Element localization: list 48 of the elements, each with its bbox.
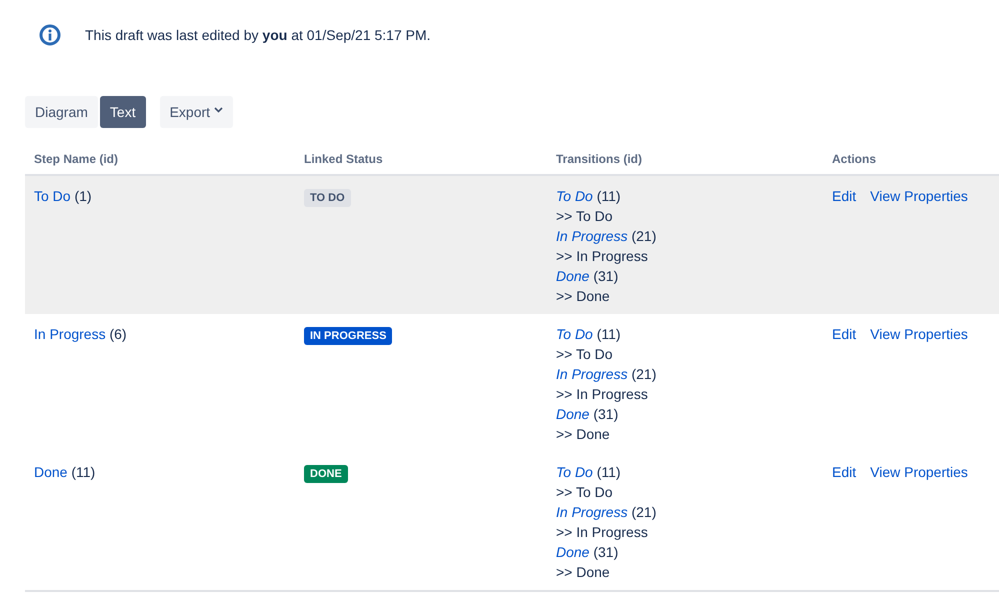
transition-name: In Progress (21)	[556, 227, 658, 246]
draft-notice: This draft was last edited by you at 01/Sep/21 5:17 PM.	[85, 26, 431, 45]
transition-name: In Progress (21)	[556, 365, 658, 384]
step-name: Done (11)	[34, 464, 96, 480]
transition-name: Done (31)	[556, 405, 620, 424]
export-button[interactable]: Export	[160, 96, 234, 128]
view-tab[interactable]: Text	[100, 96, 146, 128]
transition-target: >> To Do	[556, 483, 614, 502]
step-link[interactable]: Done	[34, 464, 68, 480]
transition-link[interactable]: To Do	[556, 188, 593, 204]
transition-name: To Do (11)	[556, 463, 622, 482]
transition-target: >> Done	[556, 287, 611, 306]
action-link[interactable]: Edit	[832, 186, 856, 206]
caret-icon	[214, 107, 224, 113]
transition-name: To Do (11)	[556, 187, 622, 206]
info-icon	[39, 24, 61, 46]
transition-link[interactable]: Done	[556, 268, 590, 284]
action-link[interactable]: View Properties	[870, 462, 968, 482]
transition-target: >> Done	[556, 563, 611, 582]
transition-link[interactable]: Done	[556, 406, 590, 422]
transition-target: >> In Progress	[556, 247, 649, 266]
transition-name: To Do (11)	[556, 325, 622, 344]
status-lozenge: TO DO	[304, 189, 351, 207]
action-link[interactable]: View Properties	[870, 186, 968, 206]
action-link[interactable]: Edit	[832, 462, 856, 482]
status-lozenge: IN PROGRESS	[304, 327, 392, 345]
action-link[interactable]: Edit	[832, 324, 856, 344]
step-name: In Progress (6)	[34, 326, 127, 342]
transition-name: Done (31)	[556, 267, 620, 286]
view-tab[interactable]: Diagram	[25, 96, 98, 128]
transition-link[interactable]: In Progress	[556, 366, 628, 382]
transition-link[interactable]: In Progress	[556, 228, 628, 244]
transition-name: Done (31)	[556, 543, 620, 562]
transition-link[interactable]: In Progress	[556, 504, 628, 520]
transition-link[interactable]: To Do	[556, 326, 593, 342]
status-lozenge: DONE	[304, 465, 348, 483]
transition-target: >> To Do	[556, 207, 614, 226]
transition-target: >> To Do	[556, 345, 614, 364]
transition-target: >> In Progress	[556, 523, 649, 542]
transition-link[interactable]: Done	[556, 544, 590, 560]
transition-target: >> In Progress	[556, 385, 649, 404]
step-link[interactable]: In Progress	[34, 326, 106, 342]
transition-link[interactable]: To Do	[556, 464, 593, 480]
transition-target: >> Done	[556, 425, 611, 444]
transition-name: In Progress (21)	[556, 503, 658, 522]
step-name: To Do (1)	[34, 188, 92, 204]
step-link[interactable]: To Do	[34, 188, 71, 204]
action-link[interactable]: View Properties	[870, 324, 968, 344]
